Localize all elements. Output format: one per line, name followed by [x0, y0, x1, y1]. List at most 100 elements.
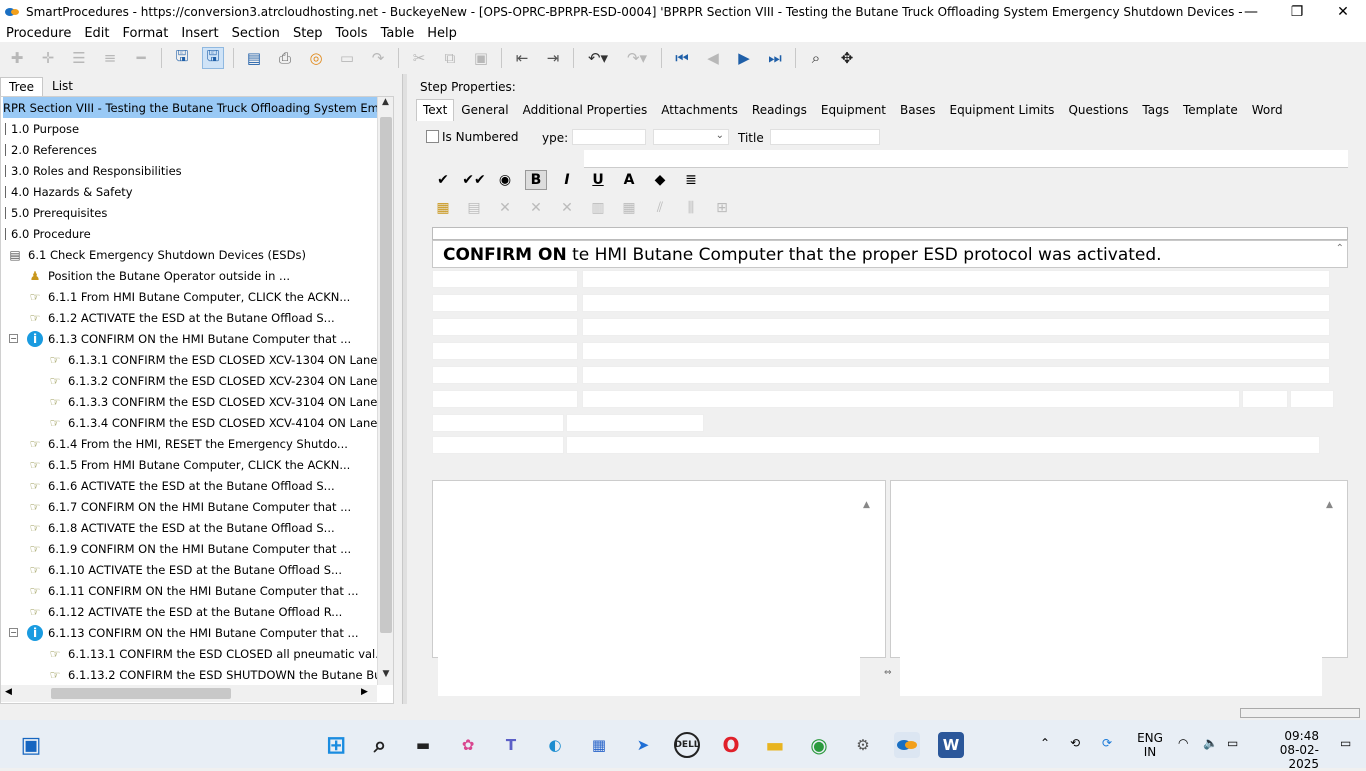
tab-tags[interactable]: Tags: [1135, 99, 1176, 121]
tree-horizontal-scrollbar[interactable]: ◀ ▶: [1, 685, 377, 702]
word-icon[interactable]: W: [938, 732, 964, 758]
task-view-icon[interactable]: ▬: [410, 732, 436, 758]
tree-item[interactable]: ☞ 6.1.9 CONFIRM ON the HMI Butane Compute…: [27, 538, 352, 559]
undo-icon[interactable]: ↶▾: [583, 47, 613, 69]
indent-list-icon[interactable]: ≡: [99, 47, 121, 69]
tree-item[interactable]: ☞ 6.1.3.1 CONFIRM the ESD CLOSED XCV-1304…: [47, 349, 393, 370]
step-text-editor[interactable]: CONFIRM ON te HMI Butane Computer that t…: [432, 240, 1348, 268]
delete-row-icon[interactable]: ✕: [556, 198, 578, 218]
wifi-icon[interactable]: ◠: [1178, 736, 1188, 750]
store-icon[interactable]: ▦: [586, 732, 612, 758]
is-numbered-checkbox[interactable]: [426, 130, 439, 143]
save-all-icon[interactable]: 🖫: [171, 47, 193, 69]
next-step-icon[interactable]: ▶: [733, 47, 755, 69]
split-icon[interactable]: ▦: [618, 198, 640, 218]
row-height-icon[interactable]: ⫼: [680, 198, 702, 218]
menu-insert[interactable]: Insert: [181, 26, 218, 41]
font-color-icon[interactable]: A: [618, 170, 640, 190]
tree-item[interactable]: ☞ 6.1.7 CONFIRM ON the HMI Butane Compute…: [27, 496, 352, 517]
clock[interactable]: 09:48 08-02-2025: [1255, 729, 1319, 771]
scroll-up-arrow-icon[interactable]: ▲: [378, 97, 393, 113]
edge-icon[interactable]: ◐: [542, 732, 568, 758]
smartprocedures-taskbar-icon[interactable]: [894, 732, 920, 758]
add-child-icon[interactable]: ✛: [37, 47, 59, 69]
remove-icon[interactable]: ━: [130, 47, 152, 69]
previous-step-icon[interactable]: ◀: [702, 47, 724, 69]
resize-grip-icon[interactable]: ⇔: [884, 668, 892, 678]
property-name-cell[interactable]: [432, 318, 578, 336]
tab-equipment-limits[interactable]: Equipment Limits: [942, 99, 1061, 121]
menu-help[interactable]: Help: [427, 26, 457, 41]
scroll-up-arrow-icon[interactable]: ▲: [863, 500, 870, 510]
volume-icon[interactable]: 🔈: [1203, 736, 1218, 750]
menu-step[interactable]: Step: [293, 26, 323, 41]
property-name-cell[interactable]: [432, 366, 578, 384]
paste-icon[interactable]: ▣: [470, 47, 492, 69]
property-name-cell[interactable]: [432, 390, 578, 408]
sync-icon[interactable]: ⟳: [1102, 736, 1112, 750]
property-cell[interactable]: [566, 414, 704, 432]
windows-start-icon[interactable]: ▣: [18, 732, 44, 758]
collapse-toggle-icon[interactable]: −: [9, 628, 18, 637]
check-icon[interactable]: ✔: [432, 170, 454, 190]
property-value-cell[interactable]: [582, 366, 1330, 384]
export-icon[interactable]: ▤: [243, 47, 265, 69]
first-step-icon[interactable]: ⏮: [671, 47, 693, 69]
scroll-thumb[interactable]: [380, 117, 392, 633]
list-icon[interactable]: ☰: [68, 47, 90, 69]
tree-item[interactable]: ☞ 6.1.6 ACTIVATE the ESD at the Butane Of…: [27, 475, 335, 496]
file-explorer-icon[interactable]: ▬: [762, 732, 788, 758]
tree-item[interactable]: ☞ 6.1.13.2 CONFIRM the ESD SHUTDOWN the B…: [47, 664, 393, 685]
scroll-left-arrow-icon[interactable]: ◀: [5, 687, 12, 697]
tree-item[interactable]: ☞ 6.1.1 From HMI Butane Computer, CLICK t…: [27, 286, 351, 307]
property-value-cell[interactable]: [582, 270, 1330, 288]
print-icon[interactable]: ⎙: [274, 47, 296, 69]
chrome-icon[interactable]: ◉: [806, 732, 832, 758]
add-icon[interactable]: ✚: [6, 47, 28, 69]
opera-icon[interactable]: O: [718, 732, 744, 758]
bottom-left-list[interactable]: [438, 496, 860, 696]
tree-item[interactable]: ☞ 6.1.3.4 CONFIRM the ESD CLOSED XCV-4104…: [47, 412, 393, 433]
highlight-icon[interactable]: ◉: [494, 170, 516, 190]
link-icon[interactable]: ◎: [305, 47, 327, 69]
align-icon[interactable]: ≣: [680, 170, 702, 190]
scroll-up-arrow-icon[interactable]: ⌃: [1336, 243, 1344, 254]
tab-readings[interactable]: Readings: [745, 99, 814, 121]
property-value-cell[interactable]: [582, 318, 1330, 336]
tree-item[interactable]: 6.0 Procedure: [5, 223, 91, 244]
menu-section[interactable]: Section: [232, 26, 280, 41]
tree-item[interactable]: ☞ 6.1.5 From HMI Butane Computer, CLICK t…: [27, 454, 351, 475]
fill-color-icon[interactable]: ◆: [649, 170, 671, 190]
property-cell[interactable]: [432, 436, 564, 454]
tab-questions[interactable]: Questions: [1061, 99, 1135, 121]
indent-icon[interactable]: ⇥: [542, 47, 564, 69]
tree-item[interactable]: ☞ 6.1.10 ACTIVATE the ESD at the Butane O…: [27, 559, 342, 580]
panel-splitter[interactable]: [402, 74, 407, 704]
tree-item[interactable]: ☞ 6.1.4 From the HMI, RESET the Emergency…: [27, 433, 348, 454]
property-value-cell[interactable]: [582, 294, 1330, 312]
battery-icon[interactable]: ▭: [1227, 736, 1238, 750]
menu-table[interactable]: Table: [381, 26, 415, 41]
scroll-right-arrow-icon[interactable]: ▶: [361, 687, 368, 697]
redo-arrow-icon[interactable]: ↷: [367, 47, 389, 69]
column-width-icon[interactable]: ⫽: [649, 198, 671, 218]
tree-item[interactable]: ☞ 6.1.8 ACTIVATE the ESD at the Butane Of…: [27, 517, 335, 538]
scroll-down-arrow-icon[interactable]: ▼: [378, 669, 393, 685]
outdent-icon[interactable]: ⇤: [511, 47, 533, 69]
tree-item[interactable]: ☞ 6.1.2 ACTIVATE the ESD at the Butane Of…: [27, 307, 335, 328]
property-name-cell[interactable]: [432, 294, 578, 312]
tree-item[interactable]: 2.0 References: [5, 139, 97, 160]
table-icon[interactable]: ▤: [463, 198, 485, 218]
tree-item[interactable]: − i 6.1.3 CONFIRM ON the HMI Butane Comput…: [9, 328, 351, 349]
copilot-icon[interactable]: ✿: [455, 732, 481, 758]
scroll-up-arrow-icon[interactable]: ▲: [1326, 500, 1333, 510]
tree-item[interactable]: RPR Section VIII - Testing the Butane Tr…: [3, 97, 393, 118]
tree-item[interactable]: 3.0 Roles and Responsibilities: [5, 160, 182, 181]
italic-icon[interactable]: I: [556, 170, 578, 190]
scroll-thumb-horizontal[interactable]: [51, 688, 231, 699]
property-name-cell[interactable]: [432, 342, 578, 360]
tab-tree[interactable]: Tree: [0, 77, 44, 96]
find-icon[interactable]: ⌕: [805, 47, 827, 69]
underline-icon[interactable]: U: [587, 170, 609, 190]
tab-general[interactable]: General: [454, 99, 515, 121]
